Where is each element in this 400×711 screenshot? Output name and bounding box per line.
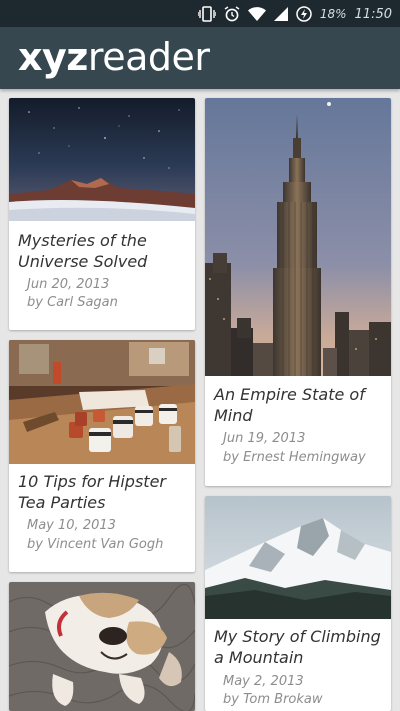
article-thumbnail	[9, 582, 195, 711]
article-date: Jun 19, 2013	[223, 431, 306, 446]
app-bar: xyzreader	[0, 27, 400, 89]
article-card[interactable]: Mysteries of the Universe Solved Jun 20,…	[9, 98, 195, 330]
article-author: by Carl Sagan	[27, 295, 118, 310]
article-card[interactable]	[9, 582, 195, 711]
battery-icon	[296, 6, 312, 22]
cell-signal-icon	[273, 7, 288, 21]
article-thumbnail	[205, 98, 391, 376]
logo-bold: xyz	[18, 35, 88, 79]
status-icons: 18% 11:50	[197, 4, 392, 24]
article-title: 10 Tips for Hipster Tea Parties	[18, 472, 166, 512]
article-date: Jun 20, 2013	[27, 277, 110, 292]
article-thumbnail	[9, 340, 195, 464]
article-date: May 2, 2013	[223, 674, 304, 689]
article-date: May 10, 2013	[27, 518, 116, 533]
article-title: An Empire State of Mind	[214, 385, 365, 425]
article-author: by Tom Brokaw	[223, 692, 323, 707]
vibrate-icon	[197, 6, 216, 22]
app-logo[interactable]: xyzreader	[18, 33, 210, 81]
clock: 11:50	[354, 6, 392, 22]
logo-light: reader	[87, 35, 210, 79]
article-card[interactable]: 10 Tips for Hipster Tea Parties May 10, …	[9, 340, 195, 572]
status-bar: 18% 11:50	[0, 0, 400, 27]
article-thumbnail	[205, 496, 391, 619]
alarm-icon	[224, 6, 240, 22]
article-card[interactable]: My Story of Climbing a Mountain May 2, 2…	[205, 496, 391, 711]
article-title: My Story of Climbing a Mountain	[214, 627, 381, 667]
wifi-icon	[247, 7, 266, 21]
battery-percent: 18%	[319, 7, 347, 21]
article-title: Mysteries of the Universe Solved	[18, 231, 148, 271]
article-thumbnail	[9, 98, 195, 221]
article-card[interactable]: An Empire State of Mind Jun 19, 2013 by …	[205, 98, 391, 486]
article-author: by Vincent Van Gogh	[27, 537, 164, 552]
article-author: by Ernest Hemingway	[223, 450, 366, 465]
